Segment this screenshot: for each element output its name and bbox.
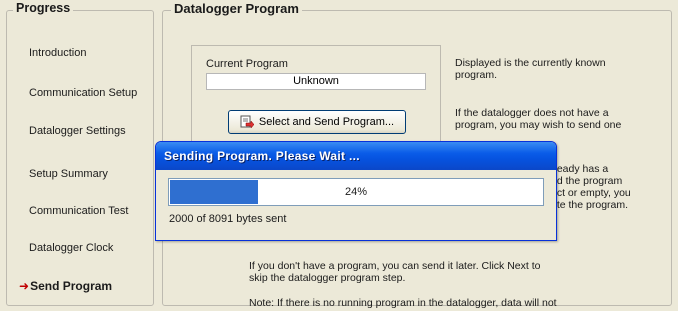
step-send-program-label: Send Program [30, 279, 113, 293]
description-partially-hidden: lready has a nd the program ect or empty, … [551, 163, 631, 211]
send-progress-bar: 24% [168, 178, 544, 206]
description-current-program: Displayed is the currently known program. [455, 57, 606, 81]
step-datalogger-clock[interactable]: Datalogger Clock [29, 242, 113, 254]
description-send-program: If the datalogger does not have a program… [455, 107, 622, 131]
step-communication-test[interactable]: Communication Test [29, 205, 128, 217]
no-running-program-note: Note: If there is no running program in … [249, 297, 557, 309]
progress-panel-title: Progress [13, 1, 74, 15]
bytes-sent-status: 2000 of 8091 bytes sent [169, 213, 287, 225]
select-and-send-program-label: Select and Send Program... [258, 116, 395, 128]
step-communication-setup[interactable]: Communication Setup [29, 87, 137, 99]
current-program-label: Current Program [206, 58, 288, 70]
step-datalogger-settings[interactable]: Datalogger Settings [29, 125, 126, 137]
send-progress-percent: 24% [344, 186, 368, 198]
dialog-title: Sending Program. Please Wait ... [156, 142, 556, 170]
current-step-arrow-icon: ➜ [19, 279, 30, 293]
select-and-send-program-button[interactable]: Select and Send Program... [228, 110, 406, 134]
datalogger-program-title: Datalogger Program [171, 1, 302, 16]
sending-program-dialog: Sending Program. Please Wait ... 24% 200… [155, 141, 557, 241]
progress-panel: Progress Introduction Communication Setu… [6, 1, 154, 306]
current-program-field: Unknown [206, 73, 426, 90]
current-program-box: Current Program Unknown Select and Send … [191, 45, 441, 151]
step-send-program[interactable]: ➜Send Program [19, 279, 112, 293]
step-introduction[interactable]: Introduction [29, 47, 86, 59]
skip-program-info: If you don't have a program, you can sen… [249, 260, 541, 284]
step-setup-summary[interactable]: Setup Summary [29, 168, 108, 180]
send-program-icon [240, 115, 255, 129]
